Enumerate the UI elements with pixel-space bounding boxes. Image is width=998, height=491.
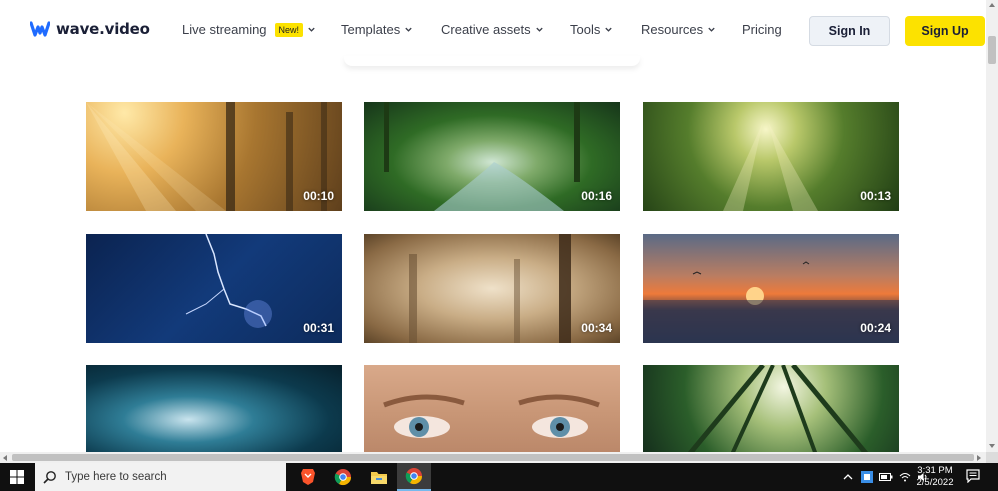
taskbar-search-box[interactable]: Type here to search xyxy=(35,463,286,491)
taskbar-brave-browser[interactable] xyxy=(291,463,325,491)
webpage: wave.video Live streaming New! Templates… xyxy=(0,0,986,452)
vertical-scrollbar[interactable] xyxy=(986,0,998,452)
wifi-icon[interactable] xyxy=(899,472,911,482)
site-header: wave.video Live streaming New! Templates… xyxy=(0,0,986,62)
video-duration: 00:31 xyxy=(303,321,334,335)
file-explorer-icon xyxy=(371,471,387,484)
vertical-scroll-thumb[interactable] xyxy=(988,36,996,64)
brave-browser-icon xyxy=(301,469,315,485)
notifications-button[interactable] xyxy=(966,469,980,488)
search-icon xyxy=(43,471,56,484)
scroll-up-arrow-icon[interactable] xyxy=(989,3,995,7)
video-duration: 00:10 xyxy=(303,189,334,203)
scroll-down-arrow-icon[interactable] xyxy=(989,444,995,448)
nav-pricing[interactable]: Pricing xyxy=(742,22,782,37)
horizontal-scrollbar[interactable] xyxy=(0,452,986,463)
chrome-active-icon xyxy=(405,468,423,485)
video-thumbnail-misty-forest[interactable]: 00:34 xyxy=(364,234,620,343)
battery-icon[interactable] xyxy=(879,472,893,482)
brand-logo[interactable]: wave.video xyxy=(30,20,150,38)
nav-label: Creative assets xyxy=(441,22,531,37)
nav-creative-assets[interactable]: Creative assets xyxy=(441,22,544,37)
taskbar-file-explorer[interactable] xyxy=(362,463,396,491)
video-duration: 00:16 xyxy=(581,189,612,203)
nav-label: Live streaming xyxy=(182,22,267,37)
wave-logo-icon xyxy=(30,21,50,37)
video-thumbnail-blue-eyes[interactable] xyxy=(364,365,620,452)
video-thumbnail-forest-stream[interactable]: 00:16 xyxy=(364,102,620,211)
taskbar-chrome-active[interactable] xyxy=(397,463,431,491)
chevron-down-icon xyxy=(405,27,412,32)
start-button[interactable] xyxy=(0,463,34,491)
brand-name: wave.video xyxy=(56,20,150,38)
video-thumbnail-ocean-waves[interactable] xyxy=(86,365,342,452)
nav-label: Tools xyxy=(570,22,601,37)
nav-label: Resources xyxy=(641,22,704,37)
new-badge: New! xyxy=(274,22,304,37)
video-thumbnail-bamboo-forest[interactable] xyxy=(643,365,899,452)
scrollbar-corner xyxy=(986,452,998,463)
video-duration: 00:34 xyxy=(581,321,612,335)
scroll-right-arrow-icon[interactable] xyxy=(977,455,981,461)
notification-icon xyxy=(966,469,980,484)
windows-logo-icon xyxy=(10,470,24,484)
nav-label: Templates xyxy=(341,22,401,37)
taskbar-clock[interactable]: 3:31 PM 2/5/2022 xyxy=(912,465,958,489)
scroll-left-arrow-icon[interactable] xyxy=(3,455,7,461)
video-duration: 00:24 xyxy=(860,321,891,335)
chevron-down-icon xyxy=(535,27,543,32)
chrome-icon xyxy=(334,469,352,486)
nav-label: Pricing xyxy=(742,22,782,37)
search-placeholder: Type here to search xyxy=(65,471,167,483)
bamboo-graphic xyxy=(687,365,869,452)
windows-taskbar: Type here to search 3:31 PM 2/5/2022 xyxy=(0,463,998,491)
video-thumbnail-sunset-sea[interactable]: 00:24 xyxy=(643,234,899,343)
chevron-down-icon xyxy=(308,27,315,32)
eyes-graphic xyxy=(383,394,600,438)
taskbar-chrome[interactable] xyxy=(326,463,360,491)
app-tray-icon[interactable] xyxy=(861,471,873,483)
video-duration: 00:13 xyxy=(860,189,891,203)
video-thumbnail-lightning[interactable]: 00:31 xyxy=(86,234,342,343)
video-thumbnail-sunlit-forest[interactable]: 00:10 xyxy=(86,102,342,211)
chevron-down-icon xyxy=(708,27,715,32)
clock-time: 3:31 PM xyxy=(917,465,953,476)
sign-up-button[interactable]: Sign Up xyxy=(905,16,985,46)
dropdown-panel-edge xyxy=(344,56,640,66)
nav-templates[interactable]: Templates xyxy=(341,22,413,37)
nav-tools[interactable]: Tools xyxy=(570,22,613,37)
nav-resources[interactable]: Resources xyxy=(641,22,716,37)
clock-date: 2/5/2022 xyxy=(916,477,954,488)
video-thumbnail-sunrays-jungle[interactable]: 00:13 xyxy=(643,102,899,211)
sign-in-button[interactable]: Sign In xyxy=(809,16,890,46)
chevron-up-icon[interactable] xyxy=(843,473,853,481)
horizontal-scroll-thumb[interactable] xyxy=(12,454,974,461)
chevron-down-icon xyxy=(605,27,613,32)
nav-live-streaming[interactable]: Live streaming New! xyxy=(182,22,316,37)
